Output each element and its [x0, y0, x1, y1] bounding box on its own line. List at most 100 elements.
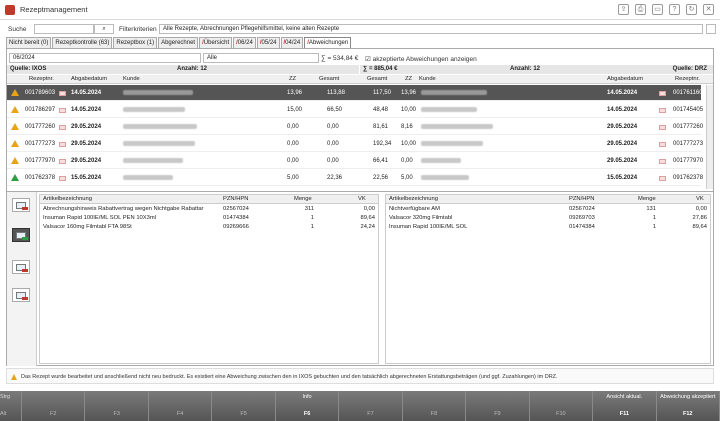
col-menge[interactable]: Menge [294, 195, 312, 204]
article-pzn: 02567024 [569, 206, 595, 212]
search-input[interactable] [34, 24, 94, 34]
col-abgabedatum-right[interactable]: Abgabedatum [607, 75, 643, 84]
rezeptnr-right: 001777273 [673, 141, 704, 147]
rezeptnr-right: 091762378 [673, 175, 704, 181]
tab-rezeptbox[interactable]: Rezeptbox (1) [113, 37, 158, 48]
trash-icon[interactable] [706, 24, 716, 34]
scope-select[interactable]: Alle [203, 53, 319, 63]
refresh-icon[interactable]: ↻ [686, 4, 697, 15]
tab-nicht-bereit[interactable]: Nicht bereit (0) [6, 37, 52, 48]
col-zz[interactable]: ZZ [289, 75, 296, 84]
fkey-f7[interactable]: F7 [339, 391, 403, 421]
prescription-button[interactable] [12, 260, 30, 274]
col-pzn[interactable]: PZN/HPN [223, 195, 248, 204]
action-sidebar [7, 192, 37, 366]
help-icon[interactable]: ? [669, 4, 680, 15]
col-rezeptnr[interactable]: Rezeptnr. [29, 75, 54, 84]
monitor-icon[interactable]: ▭ [652, 4, 663, 15]
fkey-f5[interactable]: F5 [212, 391, 276, 421]
article-row[interactable]: Insuman Rapid 100IE/ML SOL PEN 10X3ml 014… [40, 214, 378, 223]
fkey-f10[interactable]: F10 [530, 391, 594, 421]
zz-right: 0,00 [401, 158, 413, 164]
tab-05-24[interactable]: /05/24 [256, 37, 280, 48]
col-rezeptnr-right[interactable]: Rezeptnr. [675, 75, 700, 84]
tab-04-24[interactable]: /04/24 [280, 37, 304, 48]
table-row[interactable]: 001789603 14.05.2024 13,96 113,88 117,50 13,9… [7, 85, 703, 101]
fkey-label: Abweichung akzeptiert [660, 394, 716, 400]
table-row[interactable]: 001786297 14.05.2024 15,00 66,50 48,48 10,00 1… [7, 102, 703, 118]
abgabedatum: 14.05.2024 [71, 107, 102, 113]
tab-abweichungen[interactable]: /Abweichungen [304, 37, 352, 48]
fkey-f12[interactable]: Abweichung akzeptiert F12 [657, 391, 720, 421]
table-row[interactable]: 001762378 15.05.2024 5,00 22,36 22,56 5,00 15.… [7, 170, 704, 186]
month-select[interactable]: 06/2024 [9, 53, 201, 63]
kunde-redacted [123, 124, 197, 129]
mail-icon [659, 125, 666, 130]
col-menge[interactable]: Menge [638, 195, 656, 204]
table-row[interactable]: 001777260 29.05.2024 0,00 0,00 81,61 8,16 29.0… [7, 119, 703, 135]
fkey-f6[interactable]: Info F6 [276, 391, 340, 421]
fkey-f2[interactable]: F2 [22, 391, 86, 421]
share-icon[interactable]: ⇪ [618, 4, 629, 15]
article-menge: 131 [646, 206, 656, 212]
fkey-key: F12 [683, 411, 693, 417]
tab-rezeptkontrolle[interactable]: Rezeptkontrolle (63) [52, 37, 113, 48]
article-row[interactable]: Valsacor 320mg Filmtabl 09269703 1 27,86 [386, 214, 710, 223]
fkey-f11[interactable]: Ansicht aktual. F11 [593, 391, 657, 421]
gesamt: 0,00 [327, 158, 339, 164]
tab-abgerechnet[interactable]: Abgerechnet [158, 37, 199, 48]
rezeptnr: 001786297 [25, 107, 56, 113]
col-abgabedatum[interactable]: Abgabedatum [71, 75, 107, 84]
filter-field[interactable]: Alle Rezepte, Abrechnungen Pflegehilfsmi… [159, 24, 703, 34]
col-vk[interactable]: VK [358, 195, 366, 204]
article-row[interactable]: Valsacor 160mg Filmtabl FTA 98St 09269666… [40, 223, 378, 232]
zz: 13,96 [287, 90, 303, 96]
article-name: Nichtverfügbare AM [389, 206, 440, 212]
fkey-key: F7 [367, 411, 374, 417]
accepted-checkbox[interactable]: ☑ akzeptierte Abweichungen anzeigen [365, 55, 477, 63]
article-name: Insuman Rapid 100IE/ML SOL PEN 10X3ml [43, 215, 156, 221]
article-row[interactable]: Abrechnungshinweis Rabattvertrag wegen N… [40, 205, 378, 214]
article-name: Insuman Rapid 100IE/ML SOL [389, 224, 468, 230]
compare-button[interactable] [12, 228, 30, 242]
col-gesamt-right[interactable]: Gesamt [367, 75, 387, 84]
col-artikel[interactable]: Artikelbezeichnung [43, 195, 92, 204]
fkey-f3[interactable]: F3 [85, 391, 149, 421]
gesamt-right: 66,41 [373, 158, 389, 164]
rezeptnr: 001777970 [25, 158, 56, 164]
article-pzn: 09269703 [569, 215, 595, 221]
col-kunde-right[interactable]: Kunde [419, 75, 436, 84]
fkey-f4[interactable]: F4 [149, 391, 213, 421]
warning-icon [11, 140, 19, 147]
article-name: Valsacor 320mg Filmtabl [389, 215, 453, 221]
col-artikel[interactable]: Artikelbezeichnung [389, 195, 438, 204]
fkey-f8[interactable]: F8 [403, 391, 467, 421]
col-gesamt[interactable]: Gesamt [319, 75, 339, 84]
abgabedatum: 29.05.2024 [71, 124, 102, 130]
article-pzn: 02567024 [223, 206, 249, 212]
col-kunde[interactable]: Kunde [123, 75, 140, 84]
article-compare: Artikelbezeichnung PZN/HPN Menge VK Abre… [7, 191, 713, 366]
fkey-alt[interactable]: Strg Alt [0, 391, 22, 421]
article-row[interactable]: Nichtverfügbare AM 02567024 131 0,00 [386, 205, 710, 214]
fkey-f9[interactable]: F9 [466, 391, 530, 421]
tab-06-24[interactable]: /06/24 [233, 37, 256, 48]
mail-icon [59, 142, 66, 147]
col-pzn[interactable]: PZN/HPN [569, 195, 594, 204]
article-row[interactable]: Insuman Rapid 100IE/ML SOL 01474384 1 89,64 [386, 223, 710, 232]
close-icon[interactable]: ✕ [703, 4, 714, 15]
col-zz-right[interactable]: ZZ [405, 75, 412, 84]
view-ixos-button[interactable] [12, 198, 30, 212]
table-row[interactable]: 001777273 29.05.2024 0,00 0,00 192,34 10,00 29… [7, 136, 704, 152]
tab-uebersicht[interactable]: /Übersicht [199, 37, 233, 48]
article-menge: 1 [310, 215, 314, 221]
search-button[interactable]: ⌕ [94, 24, 114, 34]
print-prescription-button[interactable] [12, 288, 30, 302]
table-row[interactable]: 001777970 29.05.2024 0,00 0,00 66,41 0,00 29.0… [7, 153, 703, 169]
kunde-redacted [421, 141, 483, 146]
col-vk[interactable]: VK [696, 195, 704, 204]
print-icon[interactable]: ⎙ [635, 4, 646, 15]
article-menge: 1 [310, 224, 314, 230]
kunde-redacted [421, 175, 469, 180]
table-scrollbar[interactable] [706, 85, 713, 189]
